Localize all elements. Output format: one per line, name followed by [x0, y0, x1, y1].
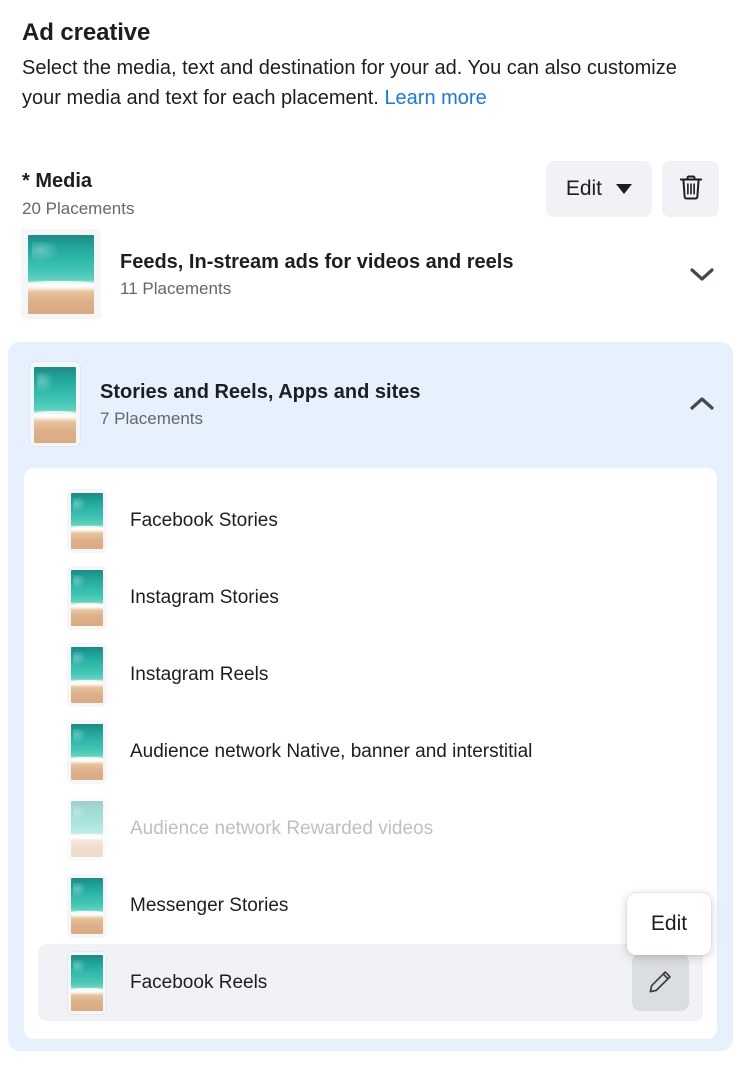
placement-label: Facebook Stories [130, 509, 689, 533]
placement-row-instagram-reels[interactable]: Instagram Reels [38, 636, 703, 713]
placement-group-feeds[interactable]: Feeds, In-stream ads for videos and reel… [0, 220, 741, 330]
placement-row-facebook-stories[interactable]: Facebook Stories [38, 482, 703, 559]
placement-list: Facebook Stories Instagram Stories Insta… [24, 468, 717, 1039]
edit-tooltip[interactable]: Edit [627, 893, 711, 955]
placement-thumbnail [68, 952, 106, 1014]
placement-row-facebook-reels[interactable]: Facebook Reels [38, 944, 703, 1021]
placement-label: Messenger Stories [130, 894, 689, 918]
placement-thumbnail [68, 490, 106, 552]
edit-dropdown-label: Edit [566, 177, 602, 201]
placement-thumbnail [68, 798, 106, 860]
placement-label: Facebook Reels [130, 971, 608, 995]
group-header-stories-reels[interactable]: Stories and Reels, Apps and sites 7 Plac… [8, 356, 733, 454]
media-section-placements-count: 20 Placements [22, 198, 134, 220]
media-section-title: * Media [22, 168, 134, 194]
media-section-titles: * Media 20 Placements [22, 161, 134, 220]
group-title: Stories and Reels, Apps and sites [100, 379, 665, 405]
placement-label: Instagram Reels [130, 663, 689, 687]
media-section-header: * Media 20 Placements Edit [0, 161, 741, 220]
chevron-down-icon[interactable] [685, 266, 719, 282]
page-description: Select the media, text and destination f… [22, 53, 719, 113]
group-thumbnail [22, 230, 100, 318]
group-texts: Feeds, In-stream ads for videos and reel… [120, 249, 665, 300]
placement-thumbnail [68, 721, 106, 783]
placement-label: Audience network Rewarded videos [130, 817, 689, 841]
group-title: Feeds, In-stream ads for videos and reel… [120, 249, 665, 275]
chevron-up-icon[interactable] [685, 396, 719, 412]
group-thumbnail [30, 362, 80, 446]
placement-thumbnail [68, 644, 106, 706]
page-description-text: Select the media, text and destination f… [22, 57, 677, 109]
group-placements-count: 11 Placements [120, 278, 665, 300]
delete-media-button[interactable] [662, 161, 719, 217]
trash-icon [677, 173, 705, 206]
caret-down-icon [616, 184, 632, 194]
media-section-actions: Edit [546, 161, 719, 217]
placement-row-audience-network-rewarded-videos: Audience network Rewarded videos [38, 790, 703, 867]
placement-row-instagram-stories[interactable]: Instagram Stories [38, 559, 703, 636]
placement-label: Audience network Native, banner and inte… [130, 740, 689, 764]
placement-label: Instagram Stories [130, 586, 689, 610]
group-texts: Stories and Reels, Apps and sites 7 Plac… [100, 379, 665, 430]
placement-thumbnail [68, 567, 106, 629]
pencil-icon [647, 968, 674, 998]
placement-thumbnail [68, 875, 106, 937]
placement-row-messenger-stories[interactable]: Messenger Stories [38, 867, 703, 944]
ad-creative-page: Ad creative Select the media, text and d… [0, 0, 741, 1080]
page-title: Ad creative [22, 18, 719, 48]
group-placements-count: 7 Placements [100, 408, 665, 430]
page-header: Ad creative Select the media, text and d… [0, 0, 741, 113]
edit-dropdown-button[interactable]: Edit [546, 161, 652, 217]
placement-group-stories-reels: Stories and Reels, Apps and sites 7 Plac… [8, 342, 733, 1051]
placement-row-audience-network-native[interactable]: Audience network Native, banner and inte… [38, 713, 703, 790]
learn-more-link[interactable]: Learn more [384, 87, 486, 109]
edit-placement-button[interactable] [632, 954, 689, 1011]
